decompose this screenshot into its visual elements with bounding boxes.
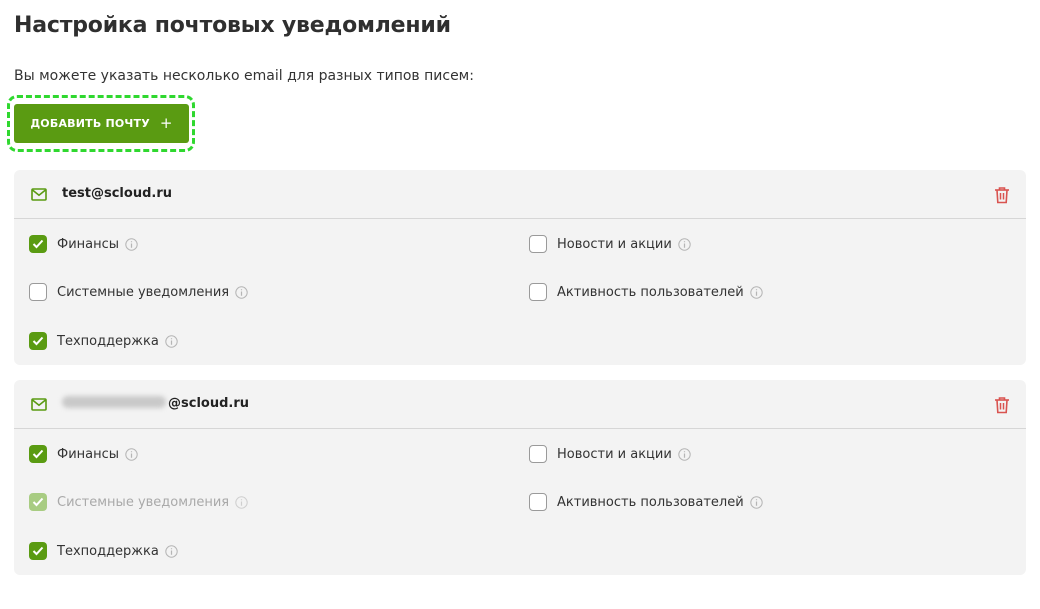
option-system[interactable]: Системные уведомления	[29, 282, 248, 302]
email-domain: @scloud.ru	[168, 396, 249, 411]
checkbox-checked-disabled	[29, 493, 47, 511]
option-activity[interactable]: Активность пользователей	[529, 282, 763, 302]
check-icon	[32, 449, 44, 459]
mail-icon	[31, 398, 47, 411]
option-label: Системные уведомления	[57, 494, 230, 510]
checkbox-unchecked[interactable]	[529, 283, 547, 301]
checkbox-unchecked[interactable]	[529, 235, 547, 253]
trash-icon[interactable]	[994, 396, 1010, 414]
option-finance[interactable]: Финансы	[29, 234, 138, 254]
add-email-label: ДОБАВИТЬ ПОЧТУ	[30, 117, 150, 130]
check-icon	[32, 239, 44, 249]
checkbox-checked[interactable]	[29, 542, 47, 560]
checkbox-unchecked[interactable]	[29, 283, 47, 301]
check-icon	[32, 497, 44, 507]
checkbox-checked[interactable]	[29, 332, 47, 350]
option-label: Финансы	[57, 236, 120, 252]
trash-icon[interactable]	[994, 186, 1010, 204]
info-icon[interactable]	[125, 237, 138, 251]
plus-icon: +	[159, 114, 173, 132]
checkbox-checked[interactable]	[29, 235, 47, 253]
page-subtitle: Вы можете указать несколько email для ра…	[14, 68, 474, 84]
option-activity[interactable]: Активность пользователей	[529, 492, 763, 512]
option-support[interactable]: Техподдержка	[29, 541, 178, 561]
mail-icon	[31, 188, 47, 201]
option-label: Финансы	[57, 446, 120, 462]
option-system: Системные уведомления	[29, 492, 248, 512]
option-news[interactable]: Новости и акции	[529, 234, 691, 254]
option-label: Новости и акции	[557, 236, 672, 252]
check-icon	[32, 336, 44, 346]
option-label: Активность пользователей	[557, 284, 744, 300]
email-card: test@scloud.ru Финансы Новости и акции С…	[14, 170, 1026, 365]
option-finance[interactable]: Финансы	[29, 444, 138, 464]
info-icon[interactable]	[749, 285, 763, 299]
checkbox-checked[interactable]	[29, 445, 47, 463]
option-label: Техподдержка	[57, 543, 159, 559]
option-support[interactable]: Техподдержка	[29, 331, 178, 351]
option-label: Системные уведомления	[57, 284, 230, 300]
option-label: Техподдержка	[57, 333, 159, 349]
blurred-email-local-part	[62, 396, 166, 408]
email-card: @scloud.ru Финансы Новости и акции Систе…	[14, 380, 1026, 575]
info-icon[interactable]	[165, 334, 178, 348]
checkbox-unchecked[interactable]	[529, 493, 547, 511]
info-icon[interactable]	[125, 447, 138, 461]
option-news[interactable]: Новости и акции	[529, 444, 691, 464]
info-icon[interactable]	[678, 237, 691, 251]
option-label: Новости и акции	[557, 446, 672, 462]
email-address: test@scloud.ru	[62, 186, 172, 201]
info-icon[interactable]	[165, 544, 178, 558]
info-icon[interactable]	[235, 285, 248, 299]
email-card-header: @scloud.ru	[14, 380, 1026, 429]
check-icon	[32, 546, 44, 556]
info-icon[interactable]	[235, 495, 248, 509]
add-email-button[interactable]: ДОБАВИТЬ ПОЧТУ +	[14, 104, 189, 143]
email-address: @scloud.ru	[62, 396, 249, 411]
info-icon[interactable]	[678, 447, 691, 461]
email-card-header: test@scloud.ru	[14, 170, 1026, 219]
info-icon[interactable]	[749, 495, 763, 509]
checkbox-unchecked[interactable]	[529, 445, 547, 463]
page-title: Настройка почтовых уведомлений	[14, 13, 451, 38]
option-label: Активность пользователей	[557, 494, 744, 510]
